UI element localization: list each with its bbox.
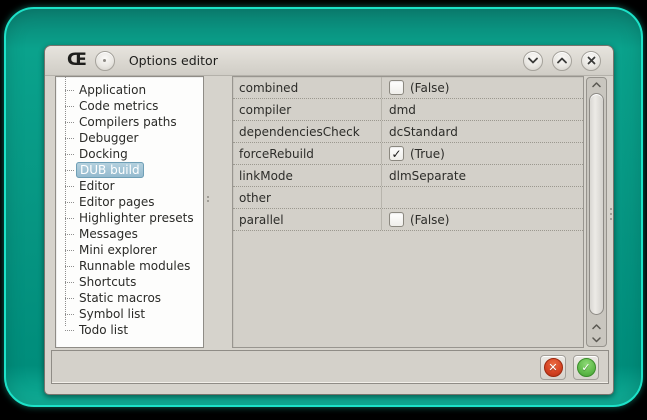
forcerebuild-checkbox[interactable]: ✓ (389, 146, 404, 161)
close-icon (587, 56, 595, 65)
parallel-checkbox[interactable] (389, 212, 404, 227)
options-editor-window: Œ Options editor Application Code metric… (44, 45, 614, 395)
property-row-compiler[interactable]: compiler dmd (233, 99, 583, 121)
text-value-label: dcStandard (389, 124, 458, 139)
property-value: dcStandard (381, 121, 583, 142)
chevron-up-icon (592, 81, 601, 87)
menu-dot-icon (103, 59, 107, 62)
property-name: compiler (239, 102, 292, 117)
sidebar-item-mini-explorer[interactable]: Mini explorer (65, 242, 201, 258)
chevron-up-icon (557, 57, 567, 64)
window-menu-button[interactable] (94, 50, 115, 71)
property-name: dependenciesCheck (239, 124, 360, 139)
property-name: forceRebuild (239, 146, 314, 161)
close-button[interactable] (581, 50, 601, 71)
bool-value-label: (False) (410, 80, 450, 95)
cancel-button[interactable]: ✕ (540, 354, 566, 380)
sidebar-item-highlighter-presets[interactable]: Highlighter presets (65, 210, 201, 226)
sidebar-splitter-grip[interactable] (205, 196, 211, 208)
sidebar-item-compilers-paths[interactable]: Compilers paths (65, 114, 201, 130)
text-value-label: dlmSeparate (389, 168, 466, 183)
text-value-label: dmd (389, 102, 416, 117)
sidebar-item-editor[interactable]: Editor (65, 178, 201, 194)
property-name: linkMode (239, 168, 293, 183)
chevron-down-icon (528, 57, 538, 64)
property-name: other (239, 190, 271, 205)
accept-button[interactable]: ✓ (573, 354, 599, 380)
window-edge-grip[interactable] (609, 208, 613, 228)
combined-checkbox[interactable] (389, 80, 404, 95)
property-value: dmd (381, 99, 583, 120)
bool-value-label: (False) (410, 212, 450, 227)
titlebar[interactable]: Œ Options editor (45, 46, 613, 76)
sidebar-item-symbol-list[interactable]: Symbol list (65, 306, 201, 322)
property-grid: combined (False) compiler dmd dependenci… (232, 76, 584, 348)
category-tree-panel: Application Code metrics Compilers paths… (55, 76, 204, 348)
cancel-x-icon: ✕ (543, 357, 563, 377)
sidebar-item-runnable-modules[interactable]: Runnable modules (65, 258, 201, 274)
accept-check-icon: ✓ (576, 357, 596, 377)
sidebar-item-shortcuts[interactable]: Shortcuts (65, 274, 201, 290)
property-value: dlmSeparate (381, 165, 583, 186)
teal-desktop-frame: Œ Options editor Application Code metric… (4, 7, 643, 407)
maximize-button[interactable] (552, 50, 572, 71)
property-row-forcerebuild[interactable]: forceRebuild ✓ (True) (233, 143, 583, 165)
sidebar-item-application[interactable]: Application (65, 82, 201, 98)
property-name: combined (239, 80, 299, 95)
sidebar-item-todo-list[interactable]: Todo list (65, 322, 201, 338)
chevron-up-icon (592, 323, 601, 329)
property-value (381, 187, 583, 208)
footer-bar: ✕ ✓ (51, 350, 609, 384)
window-controls (523, 50, 601, 71)
property-row-parallel[interactable]: parallel (False) (233, 209, 583, 231)
property-row-other[interactable]: other (233, 187, 583, 209)
scrollbar-thumb[interactable] (589, 93, 604, 315)
chevron-down-icon (592, 336, 601, 342)
scroll-down-button[interactable] (592, 333, 601, 346)
window-title: Options editor (128, 53, 218, 68)
category-tree: Application Code metrics Compilers paths… (56, 77, 203, 338)
sidebar-item-messages[interactable]: Messages (65, 226, 201, 242)
property-value: ✓ (True) (381, 143, 583, 164)
coedit-logo-icon: Œ (67, 50, 87, 70)
sidebar-item-debugger[interactable]: Debugger (65, 130, 201, 146)
sidebar-item-dub-build[interactable]: DUB build (65, 162, 201, 178)
check-icon: ✓ (391, 146, 402, 161)
property-row-dependenciescheck[interactable]: dependenciesCheck dcStandard (233, 121, 583, 143)
scroll-up-button-2[interactable] (592, 320, 601, 333)
scroll-up-button[interactable] (587, 78, 606, 91)
property-row-combined[interactable]: combined (False) (233, 77, 583, 99)
property-row-linkmode[interactable]: linkMode dlmSeparate (233, 165, 583, 187)
minimize-button[interactable] (523, 50, 543, 71)
grid-vertical-scrollbar[interactable] (586, 77, 607, 347)
sidebar-item-static-macros[interactable]: Static macros (65, 290, 201, 306)
sidebar-item-editor-pages[interactable]: Editor pages (65, 194, 201, 210)
property-value: (False) (381, 77, 583, 98)
sidebar-item-code-metrics[interactable]: Code metrics (65, 98, 201, 114)
bool-value-label: (True) (410, 146, 445, 161)
sidebar-item-docking[interactable]: Docking (65, 146, 201, 162)
property-name: parallel (239, 212, 284, 227)
property-value: (False) (381, 209, 583, 230)
